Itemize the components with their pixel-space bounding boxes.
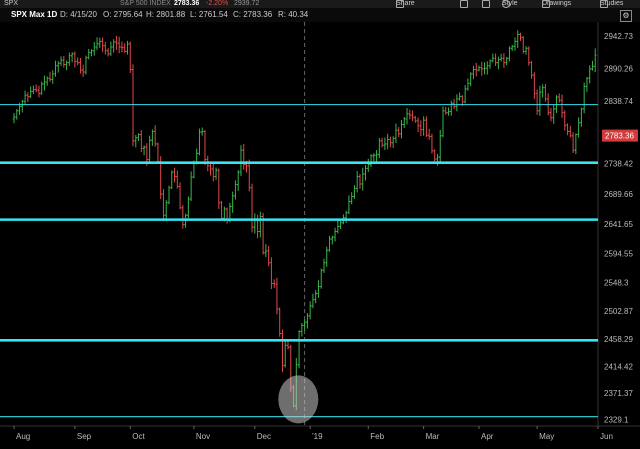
bar-low: L: 2761.54: [190, 10, 228, 19]
bar-chart-icon: [482, 0, 490, 8]
last-price: 2783.36: [174, 0, 200, 7]
bar-range: R: 40.34: [278, 10, 309, 19]
price-tick-label: 2641.65: [604, 220, 633, 229]
change-percent: -2.20%: [206, 0, 229, 7]
date-tick-label: Nov: [196, 432, 210, 441]
chart-title: SPX Max 1D: [11, 10, 58, 19]
symbol-description: S&P 500 INDEX: [120, 0, 171, 7]
price-tick-label: 2890.26: [604, 65, 633, 74]
chart-background: [0, 22, 640, 444]
share-icon: [396, 0, 404, 8]
gear-icon: [502, 0, 510, 8]
date-tick-label: Mar: [426, 432, 440, 441]
date-tick-label: Feb: [370, 432, 384, 441]
chart-area[interactable]: 2942.73 2890.26 2838.74 2738.42 2689.66 2641.…: [0, 22, 640, 444]
price-tick-label: 2458.29: [604, 335, 633, 344]
top-toolbar: SPX S&P 500 INDEX 2783.36 -2.20% 2939.72…: [0, 0, 640, 8]
date-tick-label: Oct: [132, 432, 145, 441]
price-chart[interactable]: 2942.73 2890.26 2838.74 2738.42 2689.66 2641.…: [0, 22, 640, 444]
date-tick-label: Sep: [77, 432, 92, 441]
pencil-icon: [542, 0, 550, 8]
chart-settings-gear-icon[interactable]: ⚙: [620, 10, 632, 22]
last-price-tag-label: 2783.36: [605, 132, 634, 141]
change-value: 2939.72: [234, 0, 260, 7]
date-tick-label: Jun: [600, 432, 613, 441]
price-tick-label: 2738.42: [604, 160, 633, 169]
share-button[interactable]: Share: [396, 0, 415, 8]
studies-button[interactable]: Studies: [600, 0, 623, 8]
date-tick-label: Apr: [481, 432, 494, 441]
date-tick-label: Aug: [16, 432, 30, 441]
bar-close: C: 2783.36: [233, 10, 273, 19]
price-tick-label: 2942.73: [604, 32, 633, 41]
price-tick-label: 2371.37: [604, 389, 633, 398]
studies-icon: [600, 0, 608, 8]
price-tick-label: 2502.87: [604, 307, 633, 316]
price-tick-label: 2838.74: [604, 97, 633, 106]
price-tick-label: 2414.42: [604, 362, 633, 371]
price-tick-label: 2594.55: [604, 250, 633, 259]
price-tick-label: 2689.66: [604, 190, 633, 199]
symbol-text: SPX: [4, 0, 19, 7]
date-tick-label: May: [539, 432, 554, 441]
bar-date: D: 4/15/20: [60, 10, 97, 19]
flag-icon: [460, 0, 468, 8]
style-button[interactable]: Style: [502, 0, 518, 8]
symbol-box[interactable]: SPX: [4, 0, 18, 8]
date-tick-label: '19: [312, 432, 323, 441]
date-tick-label: Dec: [257, 432, 271, 441]
drawings-button[interactable]: Drawings: [542, 0, 571, 8]
price-tick-label: 2548.3: [604, 279, 629, 288]
bar-high: H: 2801.88: [146, 10, 186, 19]
chart-info-bar: SPX Max 1D D: 4/15/20 O: 2795.64 H: 2801…: [0, 8, 640, 23]
low-highlight-circle: [278, 375, 319, 424]
price-tick-label: 2329.1: [604, 416, 629, 425]
bar-open: O: 2795.64: [103, 10, 143, 19]
